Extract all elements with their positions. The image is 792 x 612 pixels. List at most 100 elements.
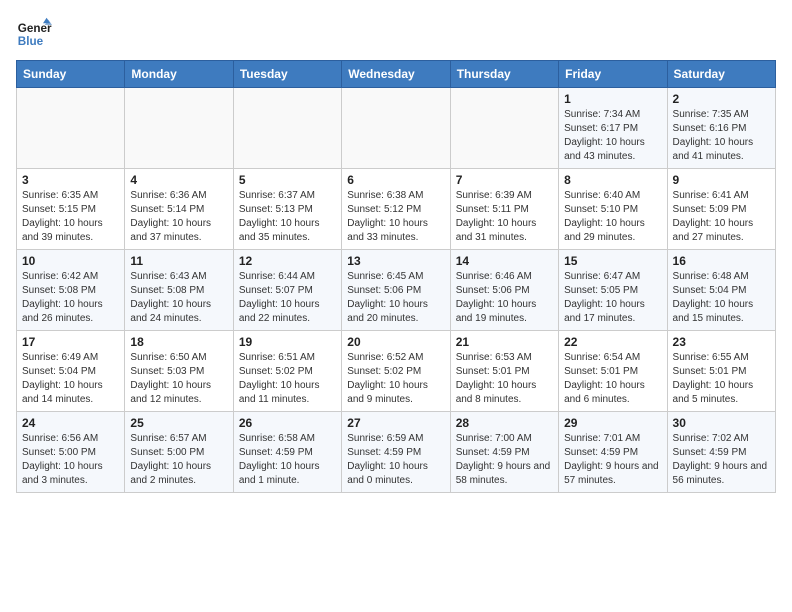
day-info: Sunrise: 6:49 AM Sunset: 5:04 PM Dayligh… [22,351,119,407]
weekday-header-cell: Monday [125,61,233,88]
day-info: Sunrise: 6:58 AM Sunset: 4:59 PM Dayligh… [239,432,336,488]
calendar-body: 1 Sunrise: 7:34 AM Sunset: 6:17 PM Daylig… [17,88,776,493]
day-number: 23 [673,335,770,349]
weekday-header-cell: Thursday [450,61,558,88]
logo-icon: General Blue [16,16,52,52]
calendar-cell: 17 Sunrise: 6:49 AM Sunset: 5:04 PM Dayli… [17,331,125,412]
calendar-cell: 10 Sunrise: 6:42 AM Sunset: 5:08 PM Dayli… [17,250,125,331]
day-number: 11 [130,254,227,268]
day-number: 1 [564,92,661,106]
calendar-cell [17,88,125,169]
day-info: Sunrise: 6:53 AM Sunset: 5:01 PM Dayligh… [456,351,553,407]
calendar-cell: 23 Sunrise: 6:55 AM Sunset: 5:01 PM Dayli… [667,331,775,412]
calendar-cell: 7Sunrise: 6:39 AM Sunset: 5:11 PM Daylig… [450,169,558,250]
day-info: Sunrise: 6:59 AM Sunset: 4:59 PM Dayligh… [347,432,444,488]
day-info: Sunrise: 6:51 AM Sunset: 5:02 PM Dayligh… [239,351,336,407]
day-number: 3 [22,173,119,187]
calendar-cell: 15 Sunrise: 6:47 AM Sunset: 5:05 PM Dayli… [559,250,667,331]
day-info: Sunrise: 6:55 AM Sunset: 5:01 PM Dayligh… [673,351,770,407]
day-info: Sunrise: 6:47 AM Sunset: 5:05 PM Dayligh… [564,270,661,326]
svg-text:Blue: Blue [18,35,44,48]
calendar-cell: 19 Sunrise: 6:51 AM Sunset: 5:02 PM Dayli… [233,331,341,412]
calendar-cell: 9Sunrise: 6:41 AM Sunset: 5:09 PM Daylig… [667,169,775,250]
calendar-cell: 24 Sunrise: 6:56 AM Sunset: 5:00 PM Dayli… [17,412,125,493]
calendar-cell: 30 Sunrise: 7:02 AM Sunset: 4:59 PM Dayli… [667,412,775,493]
day-number: 10 [22,254,119,268]
day-number: 2 [673,92,770,106]
weekday-header-cell: Friday [559,61,667,88]
day-info: Sunrise: 6:38 AM Sunset: 5:12 PM Dayligh… [347,189,444,245]
day-info: Sunrise: 6:44 AM Sunset: 5:07 PM Dayligh… [239,270,336,326]
day-number: 13 [347,254,444,268]
day-info: Sunrise: 6:37 AM Sunset: 5:13 PM Dayligh… [239,189,336,245]
logo: General Blue [16,16,52,52]
day-info: Sunrise: 7:34 AM Sunset: 6:17 PM Dayligh… [564,108,661,164]
day-number: 21 [456,335,553,349]
day-info: Sunrise: 6:41 AM Sunset: 5:09 PM Dayligh… [673,189,770,245]
calendar-cell: 26 Sunrise: 6:58 AM Sunset: 4:59 PM Dayli… [233,412,341,493]
day-info: Sunrise: 6:36 AM Sunset: 5:14 PM Dayligh… [130,189,227,245]
weekday-header-cell: Sunday [17,61,125,88]
day-number: 20 [347,335,444,349]
day-number: 5 [239,173,336,187]
calendar-cell: 20 Sunrise: 6:52 AM Sunset: 5:02 PM Dayli… [342,331,450,412]
calendar-cell: 16Sunrise: 6:48 AM Sunset: 5:04 PM Dayli… [667,250,775,331]
calendar-cell: 14 Sunrise: 6:46 AM Sunset: 5:06 PM Dayli… [450,250,558,331]
calendar-week-row: 10 Sunrise: 6:42 AM Sunset: 5:08 PM Dayli… [17,250,776,331]
day-number: 29 [564,416,661,430]
calendar-week-row: 3 Sunrise: 6:35 AM Sunset: 5:15 PM Daylig… [17,169,776,250]
day-info: Sunrise: 7:02 AM Sunset: 4:59 PM Dayligh… [673,432,770,488]
day-info: Sunrise: 6:42 AM Sunset: 5:08 PM Dayligh… [22,270,119,326]
weekday-header-cell: Saturday [667,61,775,88]
weekday-header-cell: Wednesday [342,61,450,88]
day-number: 28 [456,416,553,430]
day-number: 25 [130,416,227,430]
calendar-cell: 11 Sunrise: 6:43 AM Sunset: 5:08 PM Dayli… [125,250,233,331]
calendar-cell: 21 Sunrise: 6:53 AM Sunset: 5:01 PM Dayli… [450,331,558,412]
calendar-cell: 25 Sunrise: 6:57 AM Sunset: 5:00 PM Dayli… [125,412,233,493]
day-number: 16 [673,254,770,268]
day-info: Sunrise: 6:46 AM Sunset: 5:06 PM Dayligh… [456,270,553,326]
day-number: 19 [239,335,336,349]
day-number: 15 [564,254,661,268]
day-number: 18 [130,335,227,349]
calendar-cell: 6 Sunrise: 6:38 AM Sunset: 5:12 PM Daylig… [342,169,450,250]
calendar-week-row: 17 Sunrise: 6:49 AM Sunset: 5:04 PM Dayli… [17,331,776,412]
calendar-cell: 18 Sunrise: 6:50 AM Sunset: 5:03 PM Dayli… [125,331,233,412]
day-number: 14 [456,254,553,268]
calendar-cell: 13 Sunrise: 6:45 AM Sunset: 5:06 PM Dayli… [342,250,450,331]
calendar-cell [125,88,233,169]
day-number: 7 [456,173,553,187]
calendar-cell: 22Sunrise: 6:54 AM Sunset: 5:01 PM Dayli… [559,331,667,412]
day-number: 30 [673,416,770,430]
day-number: 24 [22,416,119,430]
day-info: Sunrise: 6:50 AM Sunset: 5:03 PM Dayligh… [130,351,227,407]
day-info: Sunrise: 7:01 AM Sunset: 4:59 PM Dayligh… [564,432,661,488]
day-info: Sunrise: 6:40 AM Sunset: 5:10 PM Dayligh… [564,189,661,245]
calendar-cell: 5 Sunrise: 6:37 AM Sunset: 5:13 PM Daylig… [233,169,341,250]
day-info: Sunrise: 6:43 AM Sunset: 5:08 PM Dayligh… [130,270,227,326]
calendar-cell: 12Sunrise: 6:44 AM Sunset: 5:07 PM Dayli… [233,250,341,331]
calendar-cell [233,88,341,169]
day-number: 6 [347,173,444,187]
day-info: Sunrise: 6:45 AM Sunset: 5:06 PM Dayligh… [347,270,444,326]
calendar: SundayMondayTuesdayWednesdayThursdayFrid… [16,60,776,493]
calendar-cell: 4 Sunrise: 6:36 AM Sunset: 5:14 PM Daylig… [125,169,233,250]
day-number: 4 [130,173,227,187]
calendar-cell: 1 Sunrise: 7:34 AM Sunset: 6:17 PM Daylig… [559,88,667,169]
day-number: 17 [22,335,119,349]
day-info: Sunrise: 7:35 AM Sunset: 6:16 PM Dayligh… [673,108,770,164]
day-number: 26 [239,416,336,430]
weekday-header-cell: Tuesday [233,61,341,88]
calendar-cell: 3 Sunrise: 6:35 AM Sunset: 5:15 PM Daylig… [17,169,125,250]
calendar-week-row: 24 Sunrise: 6:56 AM Sunset: 5:00 PM Dayli… [17,412,776,493]
calendar-cell: 2 Sunrise: 7:35 AM Sunset: 6:16 PM Daylig… [667,88,775,169]
calendar-cell [450,88,558,169]
day-number: 22 [564,335,661,349]
calendar-cell: 8 Sunrise: 6:40 AM Sunset: 5:10 PM Daylig… [559,169,667,250]
day-info: Sunrise: 6:56 AM Sunset: 5:00 PM Dayligh… [22,432,119,488]
day-number: 8 [564,173,661,187]
day-info: Sunrise: 6:52 AM Sunset: 5:02 PM Dayligh… [347,351,444,407]
day-info: Sunrise: 6:57 AM Sunset: 5:00 PM Dayligh… [130,432,227,488]
day-info: Sunrise: 6:35 AM Sunset: 5:15 PM Dayligh… [22,189,119,245]
